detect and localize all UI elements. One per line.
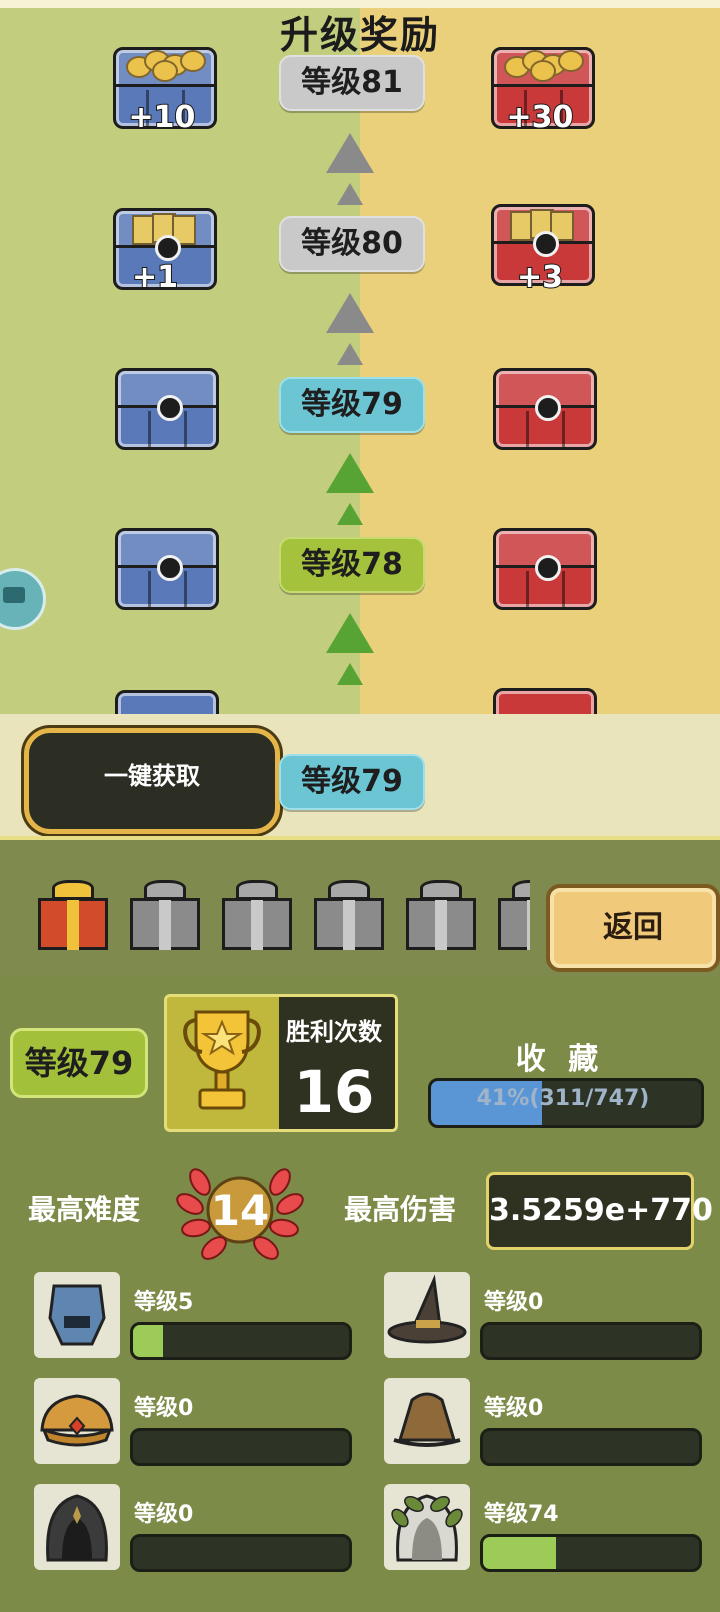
up-arrow-icon xyxy=(326,613,374,653)
premium-reward-amount: +30 xyxy=(506,99,575,136)
track-level-label: 等级81 xyxy=(279,55,425,111)
equip-level-label: 等级0 xyxy=(134,1502,194,1527)
collection-progress-text: 41%(311/747) xyxy=(476,1086,650,1111)
up-arrow-icon xyxy=(337,183,363,205)
track-level-label: 等级78 xyxy=(279,537,425,593)
knight-helmet-icon[interactable] xyxy=(34,1272,120,1358)
gift-box-icon-locked[interactable] xyxy=(498,878,530,950)
equip-progress-bar xyxy=(130,1322,352,1360)
max-difficulty-value: 14 xyxy=(210,1186,270,1235)
equip-level-label: 等级74 xyxy=(484,1502,559,1527)
up-arrow-icon xyxy=(337,343,363,365)
free-reward-amount: +10 xyxy=(128,99,197,136)
max-damage-value: 3.5259e+770 xyxy=(486,1172,713,1250)
equip-progress-bar xyxy=(480,1534,702,1572)
gift-box-icon-locked[interactable] xyxy=(222,878,292,950)
return-button[interactable]: 返回 xyxy=(546,884,720,972)
free-chest[interactable] xyxy=(115,690,219,714)
free-reward-amount: +1 xyxy=(131,259,179,296)
gift-box-icon-locked[interactable] xyxy=(130,878,200,950)
premium-chest[interactable] xyxy=(493,528,597,610)
equip-level-label: 等级0 xyxy=(484,1290,544,1315)
equip-progress-fill xyxy=(483,1537,557,1569)
premium-chest[interactable] xyxy=(493,368,597,450)
up-arrow-icon xyxy=(326,293,374,333)
dark-hood-icon[interactable] xyxy=(34,1484,120,1570)
up-arrow-icon xyxy=(326,453,374,493)
video-camera-icon xyxy=(3,587,25,603)
track-level-label-current: 等级79 xyxy=(279,377,425,433)
trophy-icon xyxy=(183,1010,261,1110)
witch-hat-icon[interactable] xyxy=(384,1272,470,1358)
equip-level-label: 等级0 xyxy=(484,1396,544,1421)
claim-all-button[interactable]: 一键获取 xyxy=(24,728,280,834)
gift-box-icon-locked[interactable] xyxy=(314,878,384,950)
wins-value: 16 xyxy=(293,1058,375,1126)
wins-label: 胜利次数 xyxy=(286,1018,382,1046)
premium-reward-amount: +3 xyxy=(516,259,564,296)
up-arrow-icon xyxy=(337,503,363,525)
lock-icon xyxy=(533,231,559,257)
free-chest[interactable] xyxy=(115,528,219,610)
up-arrow-icon xyxy=(337,663,363,685)
collection-label: 收 藏 xyxy=(515,1042,605,1077)
player-level-badge: 等级79 xyxy=(10,1028,148,1098)
lock-icon xyxy=(157,555,183,581)
up-arrow-icon xyxy=(326,133,374,173)
equip-progress-fill xyxy=(133,1325,164,1357)
gift-box-icon-locked[interactable] xyxy=(406,878,476,950)
leather-hat-icon[interactable] xyxy=(384,1378,470,1464)
max-damage-label: 最高伤害 xyxy=(344,1193,457,1226)
free-chest[interactable] xyxy=(115,368,219,450)
equip-progress-bar xyxy=(130,1428,352,1466)
turban-icon[interactable] xyxy=(34,1378,120,1464)
reward-track[interactable]: 升级奖励 +10 等级81 +30 +1 等级80 +3 等级79 等级78 xyxy=(0,0,720,714)
equip-progress-bar xyxy=(130,1534,352,1572)
max-difficulty-label: 最高难度 xyxy=(28,1193,141,1226)
premium-chest[interactable] xyxy=(493,688,597,714)
lock-icon xyxy=(157,395,183,421)
track-level-label: 等级80 xyxy=(279,216,425,272)
page-title: 升级奖励 xyxy=(279,13,440,57)
equip-level-label: 等级0 xyxy=(134,1396,194,1421)
laurel-hood-icon[interactable] xyxy=(384,1484,470,1570)
lock-icon xyxy=(535,555,561,581)
gift-box-icon-gold[interactable] xyxy=(38,878,108,950)
equip-progress-bar xyxy=(480,1428,702,1466)
current-level-label: 等级79 xyxy=(279,754,425,810)
equip-level-label: 等级5 xyxy=(134,1290,194,1315)
lock-icon xyxy=(535,395,561,421)
lock-icon xyxy=(155,235,181,261)
equip-progress-bar xyxy=(480,1322,702,1360)
